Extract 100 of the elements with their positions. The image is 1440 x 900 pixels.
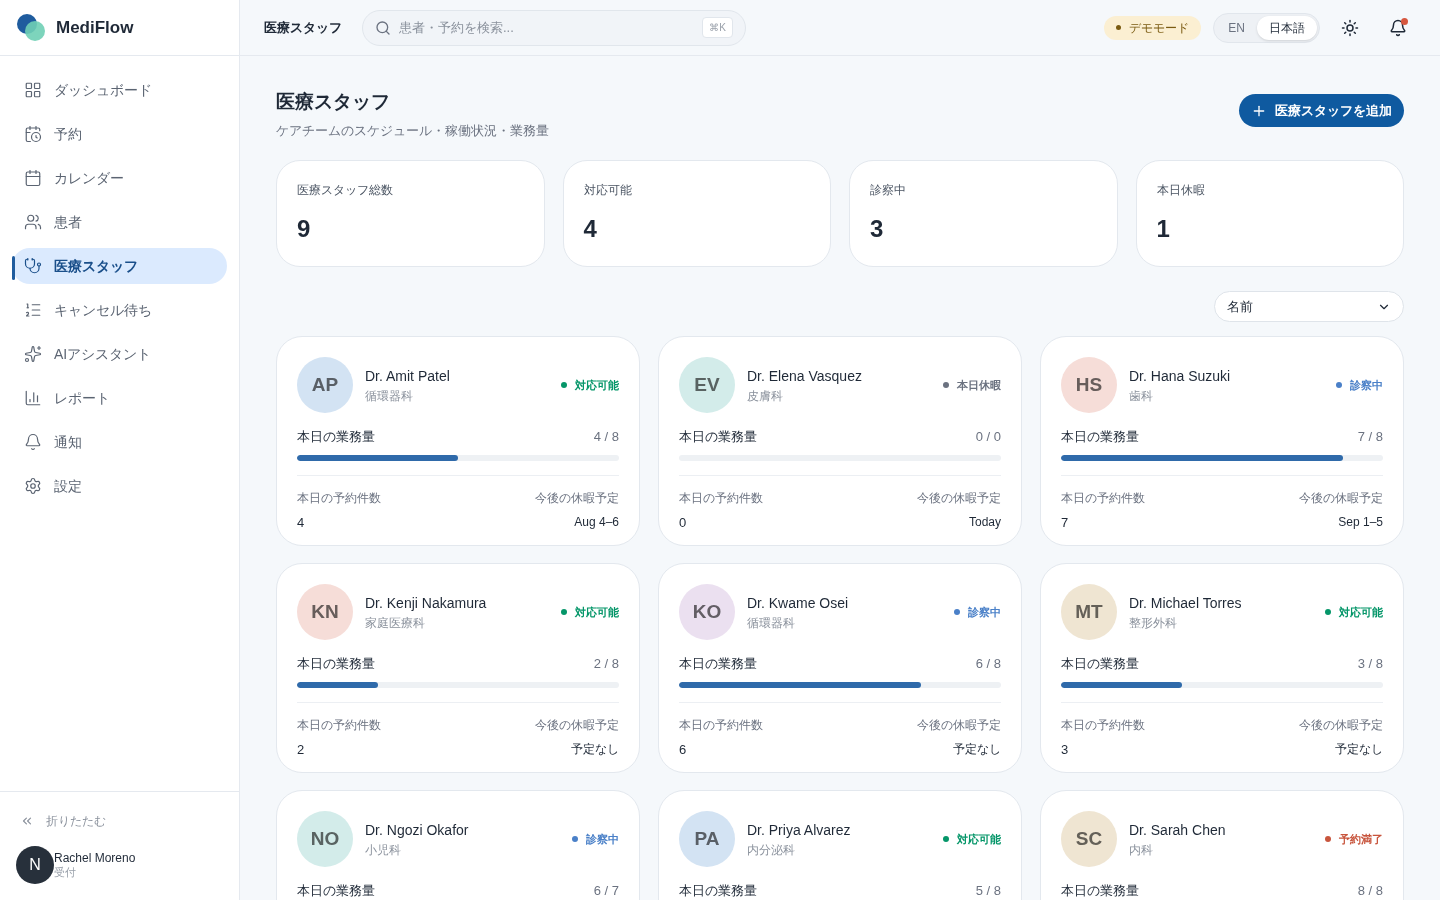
appointments-label: 本日の予約件数 (1061, 716, 1145, 734)
sun-icon (1341, 18, 1359, 37)
staff-specialty: 整形外科 (1129, 614, 1178, 632)
collapse-button[interactable]: 折りたたむ (20, 812, 219, 830)
leave-value: 予定なし (953, 740, 1001, 758)
staff-avatar: HS (1061, 357, 1117, 413)
workload-reading: 3 / 8 (1357, 655, 1383, 673)
staff-specialty: 循環器科 (747, 614, 796, 632)
workload-label: 本日の業務量 (1061, 882, 1139, 900)
sort-select[interactable]: 名前 (1214, 291, 1404, 322)
staff-name: Dr. Michael Torres (1129, 593, 1243, 613)
user-role: 受付 (54, 865, 77, 880)
active-indicator (12, 256, 15, 280)
leave-value: Today (968, 513, 1001, 531)
appointments-label: 本日の予約件数 (1061, 489, 1145, 507)
staff-name: Dr. Priya Alvarez (747, 820, 852, 840)
staff-specialty: 循環器科 (365, 387, 414, 405)
shortcut-hint: ⌘K (702, 17, 733, 38)
sidebar-item[interactable]: ダッシュボード (12, 72, 227, 108)
breadcrumb: 医療スタッフ (264, 18, 342, 37)
status-label: 診察中 (968, 604, 1001, 620)
workload-reading: 7 / 8 (1357, 428, 1383, 446)
staff-name: Dr. Kenji Nakamura (365, 593, 488, 613)
staff-name: Dr. Sarah Chen (1129, 820, 1227, 840)
workload-label: 本日の業務量 (297, 428, 375, 446)
leave-value: 予定なし (1335, 740, 1383, 758)
sidebar-item[interactable]: 設定 (12, 468, 227, 504)
stat-label: 本日休暇 (1156, 182, 1206, 199)
brand-name: MediFlow (56, 16, 134, 39)
users-icon (24, 213, 42, 231)
appointments-count: 4 (297, 513, 306, 532)
appointments-count: 2 (297, 740, 306, 759)
sidebar-item[interactable]: 医療スタッフ (12, 248, 227, 284)
stat-value: 4 (583, 214, 598, 244)
user-name: Rachel Moreno (54, 850, 136, 866)
calendar-clock-icon (24, 125, 42, 143)
workload-label: 本日の業務量 (297, 882, 375, 900)
leave-label: 今後の休暇予定 (535, 489, 619, 507)
staff-avatar: NO (297, 811, 353, 867)
appointments-label: 本日の予約件数 (679, 489, 763, 507)
workload-label: 本日の業務量 (1061, 428, 1139, 446)
workload-label: 本日の業務量 (679, 882, 757, 900)
workload-reading: 8 / 8 (1357, 882, 1383, 900)
sidebar-item[interactable]: カレンダー (12, 160, 227, 196)
add-staff-button[interactable]: 医療スタッフを追加 (1239, 94, 1404, 127)
staff-avatar: EV (679, 357, 735, 413)
staff-specialty: 歯科 (1129, 387, 1154, 405)
staff-avatar: MT (1061, 584, 1117, 640)
appointments-label: 本日の予約件数 (297, 716, 381, 734)
demo-badge: デモモード (1104, 15, 1202, 40)
staff-specialty: 小児科 (365, 841, 402, 859)
chevrons-left-icon (20, 814, 34, 828)
appointments-label: 本日の予約件数 (297, 489, 381, 507)
staff-name: Dr. Hana Suzuki (1129, 366, 1232, 386)
workload-label: 本日の業務量 (1061, 655, 1139, 673)
logo-icon (16, 12, 48, 43)
leave-label: 今後の休暇予定 (535, 716, 619, 734)
staff-specialty: 内科 (1129, 841, 1154, 859)
staff-specialty: 内分泌科 (747, 841, 796, 859)
staff-avatar: AP (297, 357, 353, 413)
stat-label: 医療スタッフ総数 (297, 182, 394, 199)
dashboard-icon (24, 81, 42, 99)
sidebar-item[interactable]: 通知 (12, 424, 227, 460)
sidebar-item[interactable]: 患者 (12, 204, 227, 240)
leave-value: Aug 4–6 (574, 513, 619, 531)
search-icon (375, 19, 391, 36)
staff-name: Dr. Amit Patel (365, 366, 451, 386)
workload-reading: 5 / 8 (975, 882, 1001, 900)
staff-avatar: SC (1061, 811, 1117, 867)
status-label: 診察中 (1350, 377, 1383, 393)
calendar-icon (24, 169, 42, 187)
status-label: 対応可能 (957, 831, 1001, 847)
workload-reading: 6 / 8 (975, 655, 1001, 673)
staff-avatar: KN (297, 584, 353, 640)
bar-chart-icon (24, 389, 42, 407)
stat-label: 診察中 (870, 182, 907, 199)
workload-reading: 0 / 0 (975, 428, 1001, 446)
appointments-count: 0 (679, 513, 688, 532)
status-label: 対応可能 (575, 377, 619, 393)
appointments-count: 7 (1061, 513, 1070, 532)
bell-icon (1389, 18, 1407, 37)
sidebar-item[interactable]: AIアシスタント (12, 336, 227, 372)
staff-avatar: KO (679, 584, 735, 640)
leave-value: 予定なし (571, 740, 619, 758)
leave-label: 今後の休暇予定 (917, 716, 1001, 734)
staff-name: Dr. Elena Vasquez (747, 366, 863, 386)
language-option[interactable]: 日本語 (1257, 15, 1317, 40)
stat-value: 9 (297, 214, 312, 244)
sidebar-item[interactable]: キャンセル待ち (12, 292, 227, 328)
sidebar-item[interactable]: 予約 (12, 116, 227, 152)
workload-reading: 4 / 8 (593, 428, 619, 446)
sidebar-item[interactable]: レポート (12, 380, 227, 416)
appointments-count: 6 (679, 740, 688, 759)
status-label: 予約満了 (1339, 831, 1383, 847)
status-label: 対応可能 (575, 604, 619, 620)
search-input[interactable]: 患者・予約を検索... (399, 17, 695, 38)
leave-label: 今後の休暇予定 (1299, 716, 1383, 734)
staff-name: Dr. Ngozi Okafor (365, 820, 470, 840)
language-option[interactable]: EN (1216, 15, 1257, 40)
workload-reading: 6 / 7 (593, 882, 619, 900)
